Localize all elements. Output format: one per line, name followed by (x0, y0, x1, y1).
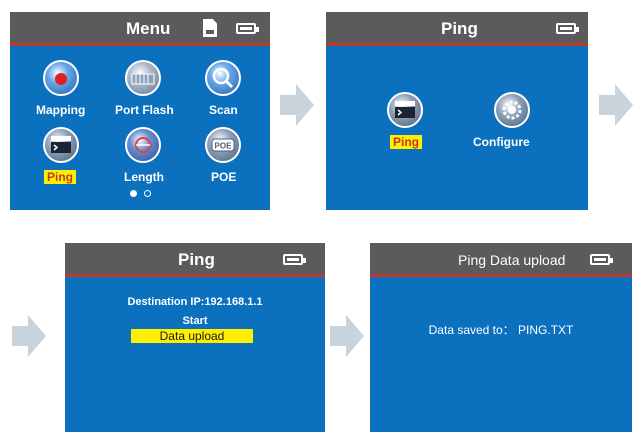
destination-ip: Destination IP:192.168.1.1 (127, 296, 263, 308)
svg-text:POE: POE (215, 142, 233, 151)
saved-message: Data saved to： PING.TXT (428, 323, 574, 337)
battery-icon (236, 23, 259, 34)
arrow-right-icon (280, 84, 314, 126)
mapping-icon[interactable] (43, 60, 79, 96)
battery-icon (283, 254, 306, 265)
ping-icon[interactable] (43, 127, 79, 163)
ping-upload-titlebar: Ping Data upload (370, 243, 632, 277)
poe-icon[interactable]: POE (205, 127, 241, 163)
ping-upload-screen: Ping Data upload Data saved to： PING.TXT (370, 243, 632, 432)
start-option[interactable]: Start (65, 315, 325, 327)
ping-title: Ping (441, 19, 478, 38)
configure-icon[interactable] (494, 92, 530, 128)
page-dot-inactive (144, 190, 151, 197)
ping-detail-title: Ping (178, 250, 215, 269)
ping-screen: Ping Ping Configure (326, 12, 588, 210)
ping-titlebar: Ping (326, 12, 588, 46)
ping-upload-title: Ping Data upload (458, 252, 566, 268)
menu-titlebar: Menu (10, 12, 270, 46)
menu-item-port-flash[interactable]: Port Flash (115, 103, 174, 117)
menu-screen: Menu Mapping Port Flash Scan Ping Length (10, 12, 270, 210)
battery-icon (590, 254, 613, 265)
menu-item-poe[interactable]: POE (211, 170, 236, 184)
arrow-right-icon (599, 84, 633, 126)
ping-item-configure[interactable]: Configure (473, 135, 530, 149)
arrow-right-icon (12, 315, 46, 357)
arrow-right-icon (330, 315, 364, 357)
scan-icon[interactable] (205, 60, 241, 96)
page-dot-active (130, 190, 137, 197)
ping-detail-titlebar: Ping (65, 243, 325, 277)
ping-detail-screen: Ping Destination IP:192.168.1.1 Start Da… (65, 243, 325, 432)
menu-item-ping[interactable]: Ping (44, 170, 76, 184)
sd-card-icon (203, 19, 217, 37)
data-upload-option[interactable]: Data upload (131, 329, 253, 343)
menu-item-mapping[interactable]: Mapping (36, 103, 85, 117)
menu-title: Menu (126, 19, 171, 38)
menu-item-length[interactable]: Length (124, 170, 164, 184)
menu-item-scan[interactable]: Scan (209, 103, 238, 117)
ping-item-ping[interactable]: Ping (390, 135, 422, 149)
port-flash-icon[interactable] (125, 60, 161, 96)
length-icon[interactable] (125, 127, 161, 163)
battery-icon (556, 23, 579, 34)
ping-icon[interactable] (387, 92, 423, 128)
